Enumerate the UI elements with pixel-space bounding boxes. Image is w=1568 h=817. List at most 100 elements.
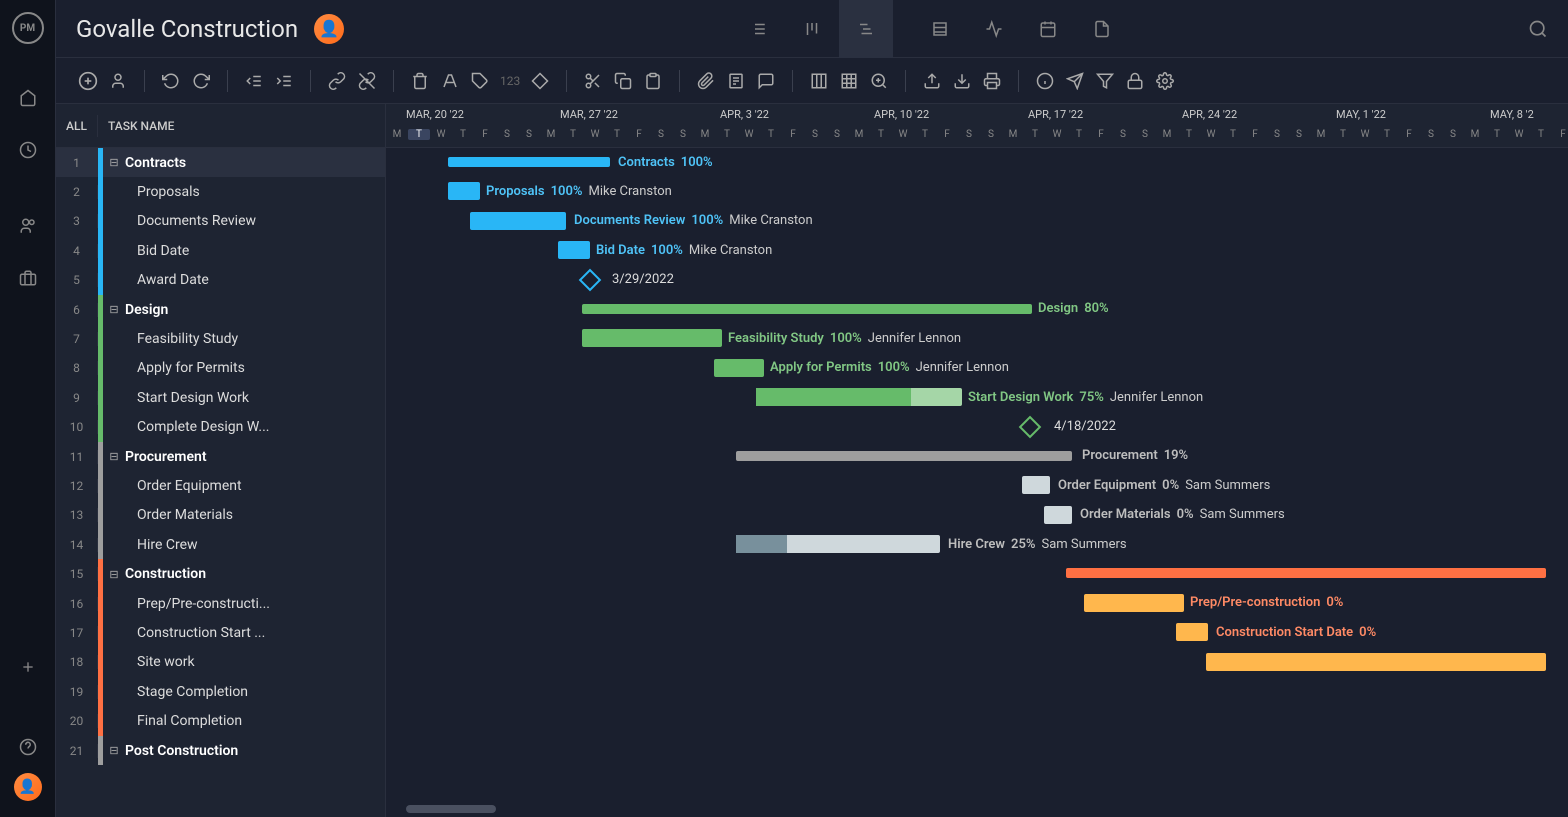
view-activity-icon[interactable] (967, 0, 1021, 58)
gantt-milestone[interactable] (1019, 415, 1042, 438)
lock-icon[interactable] (1121, 67, 1149, 95)
task-row[interactable]: 8 Apply for Permits (56, 354, 385, 383)
zoom-icon[interactable] (865, 67, 893, 95)
gantt-task-bar[interactable] (736, 535, 940, 553)
task-row[interactable]: 2 Proposals (56, 177, 385, 206)
column-task-name[interactable]: TASK NAME (98, 119, 385, 133)
collapse-icon[interactable]: ⊟ (105, 450, 123, 463)
import-icon[interactable] (918, 67, 946, 95)
view-calendar-icon[interactable] (1021, 0, 1075, 58)
gantt-task-bar[interactable] (1084, 594, 1184, 612)
export-icon[interactable] (948, 67, 976, 95)
gantt-group-bar[interactable] (736, 451, 1072, 461)
day-label: T (716, 129, 738, 140)
help-icon[interactable] (16, 735, 40, 759)
gantt-task-bar[interactable] (1022, 476, 1050, 494)
home-icon[interactable] (16, 86, 40, 110)
task-row[interactable]: 18 Site work (56, 648, 385, 677)
cut-icon[interactable] (579, 67, 607, 95)
task-row[interactable]: 7 Feasibility Study (56, 324, 385, 353)
filter-icon[interactable] (1091, 67, 1119, 95)
task-row[interactable]: 20 Final Completion (56, 706, 385, 735)
collapse-icon[interactable]: ⊟ (105, 303, 123, 316)
day-label: S (496, 129, 518, 140)
copy-icon[interactable] (609, 67, 637, 95)
add-task-icon[interactable] (74, 67, 102, 95)
view-list-icon[interactable] (731, 0, 785, 58)
day-label: F (1090, 129, 1112, 140)
paste-icon[interactable] (639, 67, 667, 95)
task-row[interactable]: 3 Documents Review (56, 207, 385, 236)
assign-icon[interactable] (104, 67, 132, 95)
info-icon[interactable] (1031, 67, 1059, 95)
view-files-icon[interactable] (1075, 0, 1129, 58)
print-icon[interactable] (978, 67, 1006, 95)
collapse-icon[interactable]: ⊟ (105, 568, 123, 581)
user-avatar[interactable]: 👤 (14, 773, 42, 801)
delete-icon[interactable] (406, 67, 434, 95)
view-sheet-icon[interactable] (913, 0, 967, 58)
day-label: W (892, 129, 914, 140)
row-number: 6 (56, 303, 98, 317)
project-avatar[interactable]: 👤 (314, 14, 344, 44)
task-row[interactable]: 16 Prep/Pre-constructi... (56, 589, 385, 618)
view-board-icon[interactable] (785, 0, 839, 58)
add-icon[interactable] (16, 655, 40, 679)
portfolio-icon[interactable] (16, 266, 40, 290)
search-icon[interactable] (1528, 19, 1548, 39)
notes-icon[interactable] (722, 67, 750, 95)
task-row[interactable]: 6 ⊟ Design (56, 295, 385, 324)
collapse-icon[interactable]: ⊟ (105, 744, 123, 757)
task-name: Design (123, 302, 385, 318)
view-gantt-icon[interactable] (839, 0, 893, 58)
team-icon[interactable] (16, 214, 40, 238)
app-logo[interactable]: PM (12, 12, 44, 44)
settings-icon[interactable] (1151, 67, 1179, 95)
gantt-task-bar[interactable] (448, 182, 480, 200)
gantt-task-bar[interactable] (1206, 653, 1546, 671)
task-row[interactable]: 17 Construction Start ... (56, 618, 385, 647)
gantt-task-bar[interactable] (582, 329, 722, 347)
task-row[interactable]: 4 Bid Date (56, 236, 385, 265)
columns-icon[interactable] (805, 67, 833, 95)
gantt-chart[interactable]: MAR, 20 '22MAR, 27 '22APR, 3 '22APR, 10 … (386, 104, 1568, 817)
task-row[interactable]: 13 Order Materials (56, 501, 385, 530)
priority-icon[interactable] (526, 67, 554, 95)
task-row[interactable]: 21 ⊟ Post Construction (56, 736, 385, 765)
task-row[interactable]: 10 Complete Design W... (56, 413, 385, 442)
link-icon[interactable] (323, 67, 351, 95)
task-row[interactable]: 19 Stage Completion (56, 677, 385, 706)
recent-icon[interactable] (16, 138, 40, 162)
tag-icon[interactable] (466, 67, 494, 95)
gantt-group-bar[interactable] (448, 157, 610, 167)
undo-icon[interactable] (157, 67, 185, 95)
gantt-task-bar[interactable] (756, 388, 962, 406)
column-all[interactable]: ALL (56, 115, 98, 137)
gantt-task-bar[interactable] (470, 212, 566, 230)
task-row[interactable]: 1 ⊟ Contracts (56, 148, 385, 177)
text-color-icon[interactable] (436, 67, 464, 95)
gantt-task-bar[interactable] (558, 241, 590, 259)
task-row[interactable]: 15 ⊟ Construction (56, 559, 385, 588)
collapse-icon[interactable]: ⊟ (105, 156, 123, 169)
task-row[interactable]: 9 Start Design Work (56, 383, 385, 412)
task-row[interactable]: 11 ⊟ Procurement (56, 442, 385, 471)
task-row[interactable]: 5 Award Date (56, 266, 385, 295)
grid-icon[interactable] (835, 67, 863, 95)
attachment-icon[interactable] (692, 67, 720, 95)
send-icon[interactable] (1061, 67, 1089, 95)
horizontal-scrollbar[interactable] (406, 805, 496, 813)
redo-icon[interactable] (187, 67, 215, 95)
gantt-task-bar[interactable] (1176, 623, 1208, 641)
task-row[interactable]: 14 Hire Crew (56, 530, 385, 559)
indent-icon[interactable] (270, 67, 298, 95)
gantt-task-bar[interactable] (714, 359, 764, 377)
task-row[interactable]: 12 Order Equipment (56, 471, 385, 500)
unlink-icon[interactable] (353, 67, 381, 95)
gantt-group-bar[interactable] (582, 304, 1032, 314)
gantt-group-bar[interactable] (1066, 568, 1546, 578)
gantt-milestone[interactable] (579, 268, 602, 291)
gantt-task-bar[interactable] (1044, 506, 1072, 524)
outdent-icon[interactable] (240, 67, 268, 95)
comments-icon[interactable] (752, 67, 780, 95)
